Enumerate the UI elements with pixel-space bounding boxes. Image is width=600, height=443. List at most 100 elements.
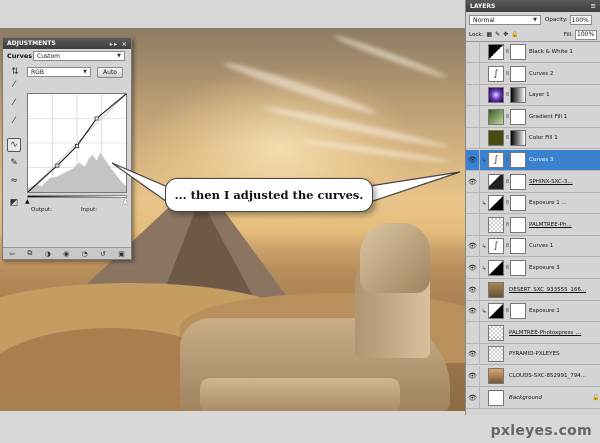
on-image-adjust-icon[interactable]: ⇅ <box>7 66 23 78</box>
reset-icon[interactable]: ↺ <box>100 250 106 258</box>
layer-row[interactable]: 👁 ↳ 8 Exposure 1 <box>466 300 600 323</box>
layer-thumbnail[interactable] <box>488 303 504 320</box>
panel-controls[interactable]: ▸▸ × <box>110 40 131 48</box>
layers-tab[interactable]: LAYERS ≡ <box>466 0 600 12</box>
layer-thumbnail[interactable] <box>488 44 504 60</box>
visibility-toggle[interactable]: 👁 <box>466 171 480 193</box>
layer-thumbnail[interactable] <box>488 346 504 363</box>
layer-row[interactable]: 👁8Layer 1 <box>466 84 600 107</box>
visibility-toggle[interactable]: 👁 <box>466 106 480 128</box>
curves-graph[interactable] <box>27 93 127 193</box>
layer-row[interactable]: 👁 ↳ ∫ 8 Curves 3 <box>466 149 600 171</box>
layer-row[interactable]: 👁 ↳ ∫ 8 Curves 1 <box>466 235 600 258</box>
layer-row[interactable]: 👁 PALMTREE-Photoxpress_... <box>466 322 600 344</box>
layer-row[interactable]: 👁 Background 🔒 <box>466 387 600 409</box>
visibility-toggle[interactable]: 👁 <box>466 214 480 236</box>
eyedropper-gray-icon[interactable]: ⁄ <box>7 96 21 110</box>
lock-all-icon[interactable]: 🔒 <box>511 31 518 38</box>
curve-control-point[interactable] <box>55 163 60 168</box>
curve-control-point[interactable] <box>94 116 99 121</box>
layer-mask-thumbnail[interactable] <box>510 108 526 125</box>
layer-thumbnail[interactable] <box>488 195 504 212</box>
layer-row[interactable]: 👁 ↳ 8 Exposure 3 <box>466 257 600 279</box>
lock-pixels-icon[interactable]: ✎ <box>495 31 500 38</box>
layer-mask-thumbnail[interactable] <box>510 152 526 168</box>
curve-control-point[interactable] <box>75 144 79 148</box>
layer-mask-thumbnail[interactable] <box>510 44 526 60</box>
layer-thumbnail[interactable] <box>488 87 504 104</box>
visibility-toggle[interactable]: 👁 <box>466 235 480 257</box>
auto-button[interactable]: Auto <box>97 66 123 78</box>
preset-select[interactable]: Custom ▼ <box>33 51 125 61</box>
channel-select[interactable]: RGB ▼ <box>27 67 91 77</box>
visibility-toggle[interactable]: 👁 <box>466 300 480 322</box>
layer-thumbnail[interactable] <box>488 260 504 276</box>
eyedropper-white-icon[interactable]: ⁄ <box>7 114 21 128</box>
layer-row[interactable]: 👁8Black & White 1 <box>466 41 600 63</box>
blend-row: Normal ▼ Opacity: 100% <box>466 12 600 28</box>
return-icon[interactable]: ⇦ <box>9 250 15 258</box>
layer-row[interactable]: 👁 CLOUDS-SXC-852991_794... <box>466 365 600 387</box>
layer-thumbnail[interactable] <box>488 281 504 298</box>
visibility-toggle[interactable]: 👁 <box>466 257 480 279</box>
layer-thumbnail[interactable] <box>488 389 504 406</box>
layer-row[interactable]: 👁 PYRAMID-PXLEYES <box>466 343 600 366</box>
layer-thumbnail[interactable]: ∫ <box>488 152 504 168</box>
layer-thumbnail[interactable] <box>488 108 504 125</box>
layer-thumbnail[interactable]: ∫ <box>488 238 504 255</box>
layer-row[interactable]: 👁8Gradient Fill 1 <box>466 106 600 128</box>
trash-icon[interactable]: ▣ <box>118 250 125 258</box>
adjustments-panel[interactable]: ADJUSTMENTS ▸▸ × Curves Custom ▼ ⇅ RGB ▼… <box>2 37 132 260</box>
curve-point-tool-icon[interactable]: ∿ <box>7 138 21 152</box>
visibility-toggle[interactable]: 👁 <box>466 149 480 171</box>
visibility-toggle[interactable]: 👁 <box>466 84 480 106</box>
layer-thumbnail[interactable] <box>488 216 504 233</box>
layer-row[interactable]: 👁 8 SPHINX-SXC-3... <box>466 171 600 193</box>
layer-mask-thumbnail[interactable] <box>510 238 526 255</box>
layer-row[interactable]: 👁∫8Curves 2 <box>466 63 600 85</box>
lock-position-icon[interactable]: ✥ <box>503 31 508 38</box>
visibility-toggle[interactable]: 👁 <box>466 63 480 85</box>
smooth-icon[interactable]: ≈ <box>7 174 21 188</box>
visibility-toggle[interactable]: 👁 <box>466 127 480 149</box>
fill-input[interactable]: 100% <box>575 29 597 40</box>
eyedropper-black-icon[interactable]: ⁄ <box>7 78 21 92</box>
visibility-toggle[interactable]: 👁 <box>466 387 480 409</box>
adjustments-tab[interactable]: ADJUSTMENTS ▸▸ × <box>3 38 131 49</box>
visibility-toggle[interactable]: 👁 <box>466 343 480 365</box>
visibility-toggle[interactable]: 👁 <box>466 279 480 301</box>
blend-mode-select[interactable]: Normal ▼ <box>469 15 541 25</box>
layer-row[interactable]: 👁8Color Fill 1 <box>466 127 600 150</box>
visibility-eye-icon[interactable]: ◉ <box>63 250 69 258</box>
layer-thumbnail[interactable] <box>488 173 504 190</box>
layer-row[interactable]: 👁↳8Exposure 1 ... <box>466 192 600 215</box>
layer-mask-thumbnail[interactable] <box>510 130 526 147</box>
layer-name: Exposure 1 <box>529 308 560 315</box>
input-label: Input: <box>81 207 98 213</box>
lock-transparent-icon[interactable]: ▦ <box>486 31 492 38</box>
expand-view-icon[interactable]: ⧉ <box>27 249 32 258</box>
pencil-icon[interactable]: ✎ <box>7 156 21 170</box>
layers-panel[interactable]: LAYERS ≡ Normal ▼ Opacity: 100% Lock: ▦ … <box>465 0 600 415</box>
layer-mask-thumbnail[interactable] <box>510 65 526 82</box>
opacity-input[interactable]: 100% <box>569 15 592 25</box>
clip-to-layer-icon[interactable]: ◑ <box>45 250 51 258</box>
layer-mask-thumbnail[interactable] <box>510 260 526 276</box>
panel-menu-icon[interactable]: ≡ <box>591 2 600 10</box>
layer-mask-thumbnail[interactable] <box>510 195 526 212</box>
layer-mask-thumbnail[interactable] <box>510 216 526 233</box>
layer-mask-thumbnail[interactable] <box>510 173 526 190</box>
visibility-toggle[interactable]: 👁 <box>466 41 480 63</box>
layer-mask-thumbnail[interactable] <box>510 87 526 104</box>
visibility-toggle[interactable]: 👁 <box>466 365 480 387</box>
layer-row[interactable]: 👁 DESERT_SXC_933555_166... <box>466 279 600 301</box>
visibility-toggle[interactable]: 👁 <box>466 322 480 344</box>
layer-thumbnail[interactable]: ∫ <box>488 65 504 82</box>
visibility-toggle[interactable]: 👁 <box>466 192 480 214</box>
layer-row[interactable]: 👁8PALMTREE-Ph... <box>466 214 600 236</box>
layer-thumbnail[interactable] <box>488 324 504 341</box>
layer-mask-thumbnail[interactable] <box>510 303 526 320</box>
layer-thumbnail[interactable] <box>488 368 504 384</box>
previous-state-icon[interactable]: ◔ <box>82 250 88 258</box>
layer-thumbnail[interactable] <box>488 130 504 147</box>
